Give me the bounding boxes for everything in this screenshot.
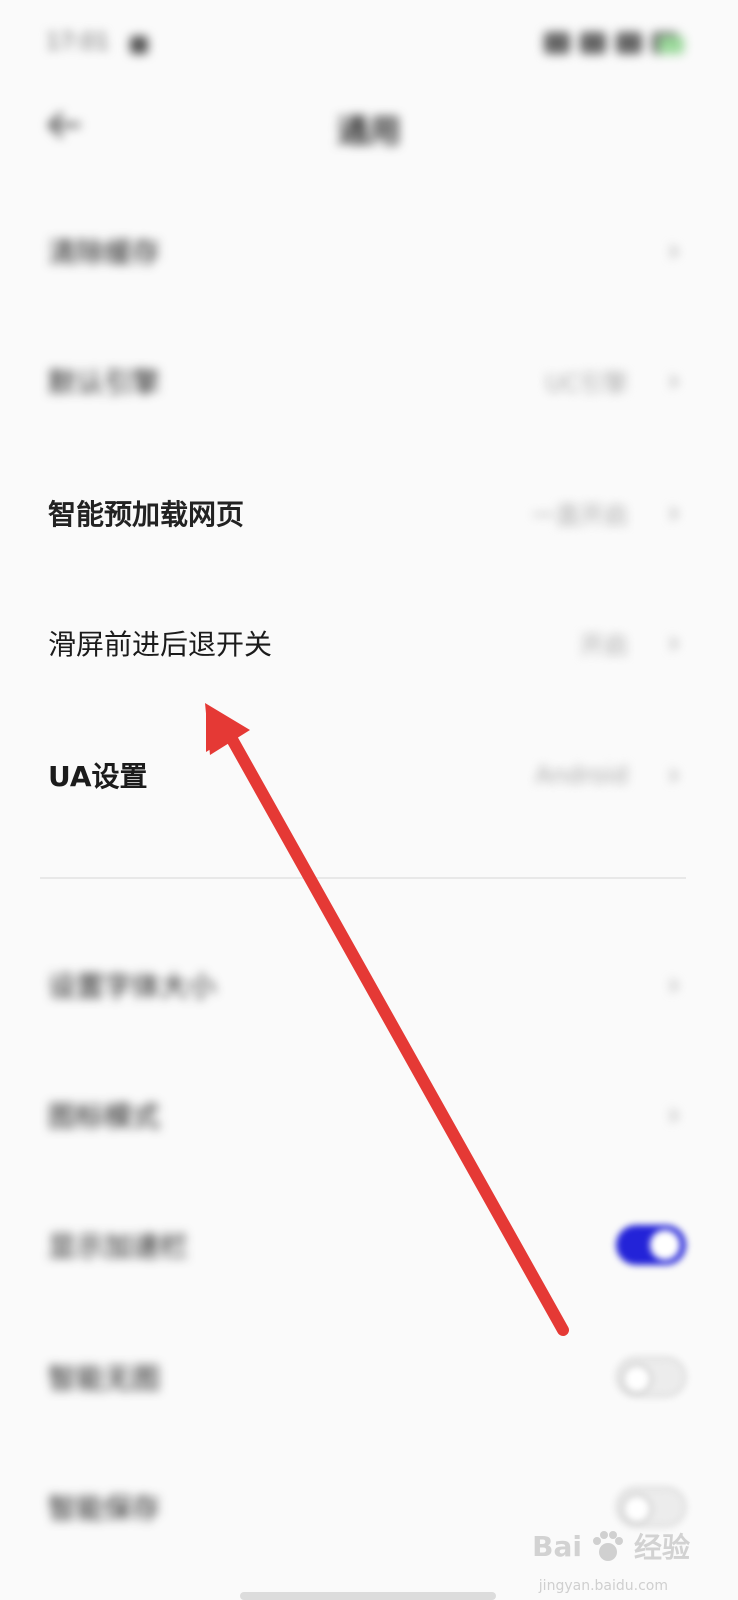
home-indicator[interactable] — [240, 1592, 496, 1600]
setting-value: UC引擎 — [545, 369, 628, 398]
chevron-right-icon: › — [668, 233, 680, 269]
chevron-right-icon: › — [668, 363, 680, 399]
chevron-right-icon: › — [668, 967, 680, 1003]
watermark-brand: Bai — [532, 1529, 582, 1563]
toggle-knob — [650, 1230, 680, 1260]
setting-row-swipe-navigation[interactable]: 滑屏前进后退开关 开启 › — [0, 578, 738, 708]
signal-icon — [616, 32, 642, 54]
setting-label: 设置字体大小 — [48, 970, 217, 1003]
toggle-switch[interactable] — [616, 1225, 686, 1265]
toggle-knob — [622, 1364, 652, 1394]
chevron-right-icon: › — [668, 757, 680, 793]
status-bar: 17:01 — [0, 26, 738, 66]
page-title: 通用 — [336, 112, 401, 150]
setting-value: 开启 — [580, 631, 628, 660]
setting-row-smart-preload[interactable]: 智能预加载网页 一直开启 › — [0, 448, 738, 578]
setting-row-clear-cache[interactable]: 清除缓存 › — [0, 186, 738, 316]
wifi-icon — [580, 32, 606, 54]
watermark-url: jingyan.baidu.com — [538, 1578, 668, 1594]
setting-label: 显示加速栏 — [48, 1230, 189, 1263]
chevron-right-icon: › — [668, 1097, 680, 1133]
paw-icon — [592, 1531, 623, 1561]
toggle-knob — [622, 1494, 652, 1524]
toggle-switch[interactable] — [616, 1357, 686, 1397]
app-header: 通用 — [0, 96, 738, 160]
setting-row-ua[interactable]: UA设置 Android › — [0, 710, 738, 840]
setting-label: 清除缓存 — [48, 236, 161, 269]
section-divider — [40, 877, 686, 879]
watermark-suffix: 经验 — [633, 1531, 690, 1564]
setting-label: 智能保存 — [48, 1492, 161, 1525]
setting-label: UA设置 — [48, 760, 148, 793]
baidu-watermark: Bai 经验 — [532, 1526, 690, 1566]
alarm-icon — [544, 32, 570, 54]
toggle-switch[interactable] — [616, 1487, 686, 1527]
chevron-right-icon: › — [668, 495, 680, 531]
setting-value: 一直开启 — [532, 501, 628, 530]
setting-value: Android — [535, 761, 628, 789]
status-time: 17:01 — [46, 30, 110, 55]
setting-row-no-image[interactable]: 智能无图 — [0, 1312, 738, 1442]
notification-icon — [130, 36, 148, 54]
setting-label: 智能预加载网页 — [48, 498, 245, 531]
setting-label: 智能无图 — [48, 1362, 161, 1395]
setting-label: 默认引擎 — [48, 366, 161, 399]
setting-label: 图标模式 — [48, 1100, 161, 1133]
setting-row-font-size[interactable]: 设置字体大小 › — [0, 920, 738, 1050]
setting-row-icon-mode[interactable]: 图标模式 › — [0, 1050, 738, 1180]
battery-icon — [658, 36, 684, 54]
chevron-right-icon: › — [668, 625, 680, 661]
setting-row-default-engine[interactable]: 默认引擎 UC引擎 › — [0, 316, 738, 446]
setting-label: 滑屏前进后退开关 — [48, 628, 273, 661]
setting-row-accel-bar[interactable]: 显示加速栏 — [0, 1180, 738, 1310]
